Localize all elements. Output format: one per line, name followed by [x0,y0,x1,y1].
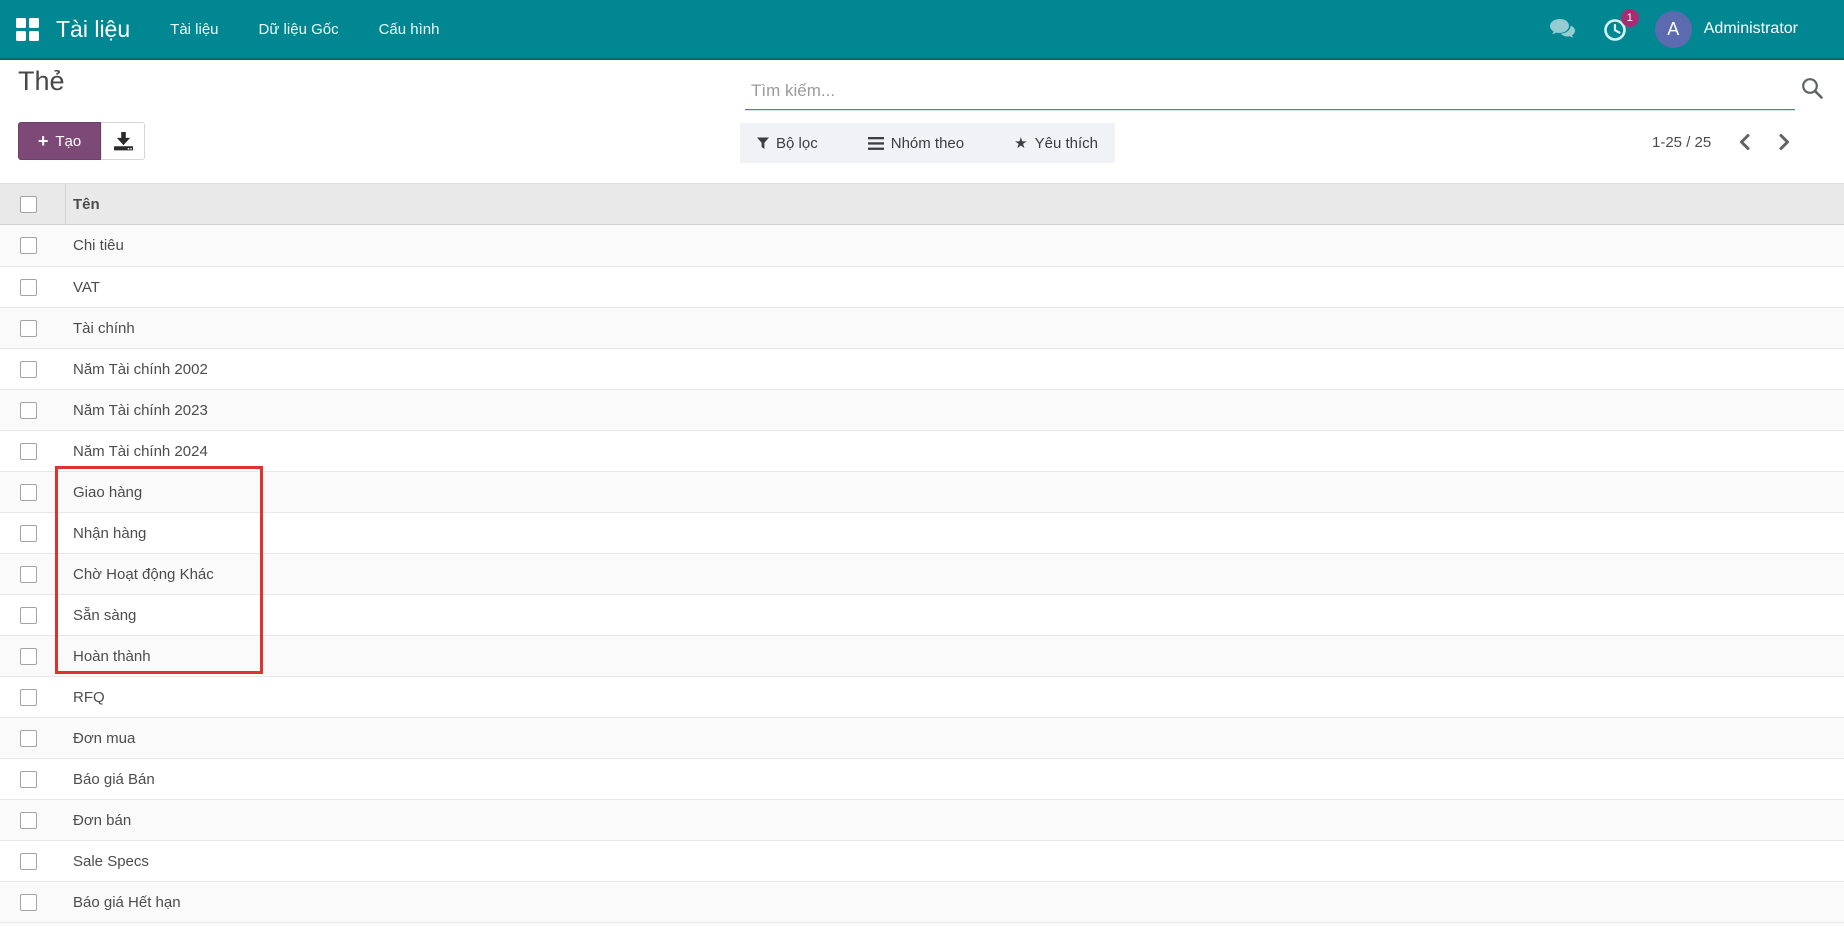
filters-button[interactable]: Bộ lọc [757,135,818,152]
table-row[interactable]: Sẵn sàng [0,594,1844,635]
menu-du-lieu-goc[interactable]: Dữ liệu Gốc [259,21,339,38]
table-row-partial [0,922,1844,926]
row-name: Năm Tài chính 2023 [66,402,208,419]
row-name: Báo giá Hết hạn [66,894,181,911]
table-body: Chi tiêu VAT Tài chính Năm Tài chính 200… [0,225,1844,922]
row-name: Năm Tài chính 2024 [66,443,208,460]
row-name: Năm Tài chính 2002 [66,361,208,378]
group-by-button-label: Nhóm theo [891,135,964,152]
pager-next-button[interactable] [1778,133,1791,151]
chevron-right-icon [1778,133,1791,151]
pager-range: 1-25 / 25 [1652,134,1711,151]
navbar-systray: 1 A Administrator [1549,0,1798,58]
row-name: RFQ [66,689,105,706]
row-checkbox[interactable] [20,237,37,254]
chevron-left-icon [1738,133,1751,151]
table-row[interactable]: Năm Tài chính 2024 [0,430,1844,471]
table-row[interactable]: Hoàn thành [0,635,1844,676]
messages-icon[interactable] [1549,18,1576,40]
row-name: Đơn bán [66,812,131,829]
row-checkbox[interactable] [20,812,37,829]
row-name: Tài chính [66,320,135,337]
row-checkbox[interactable] [20,320,37,337]
page-title: Thẻ [18,66,65,97]
row-name: Sẵn sàng [66,607,136,624]
pager: 1-25 / 25 [1652,122,1791,162]
row-checkbox[interactable] [20,279,37,296]
menu-cau-hinh[interactable]: Cấu hình [379,21,440,38]
filters-button-label: Bộ lọc [776,135,818,152]
table-row[interactable]: Đơn mua [0,717,1844,758]
group-by-button[interactable]: Nhóm theo [868,135,964,152]
export-button[interactable] [101,122,145,160]
row-checkbox[interactable] [20,730,37,747]
table-row[interactable]: Chờ Hoạt động Khác [0,553,1844,594]
user-menu[interactable]: A Administrator [1655,11,1798,48]
group-by-icon [868,137,884,150]
row-name: Nhận hàng [66,525,146,542]
favorites-button[interactable]: ★ Yêu thích [1014,135,1098,152]
row-name: VAT [66,279,100,296]
plus-icon: + [38,132,49,150]
row-name: Sale Specs [66,853,149,870]
download-icon [113,131,134,151]
control-panel: Thẻ + Tạo Bộ lọc [0,60,1844,183]
row-name: Báo giá Bán [66,771,155,788]
row-name: Chờ Hoạt động Khác [66,566,214,583]
table-header-row: Tên [0,183,1844,225]
activities-icon[interactable]: 1 [1603,17,1628,42]
table-row[interactable]: Chi tiêu [0,225,1844,266]
favorites-button-label: Yêu thích [1035,135,1098,152]
table-row[interactable]: Tài chính [0,307,1844,348]
row-checkbox[interactable] [20,361,37,378]
tags-list-table: Tên Chi tiêu VAT Tài chính Năm Tài chính… [0,183,1844,926]
row-checkbox[interactable] [20,402,37,419]
row-checkbox[interactable] [20,525,37,542]
select-all-checkbox[interactable] [20,196,37,213]
filter-funnel-icon [757,137,769,149]
table-row[interactable]: Năm Tài chính 2023 [0,389,1844,430]
table-row[interactable]: VAT [0,266,1844,307]
row-checkbox[interactable] [20,443,37,460]
create-button-label: Tạo [55,133,81,150]
user-name: Administrator [1704,20,1798,38]
row-name: Đơn mua [66,730,135,747]
avatar: A [1655,11,1692,48]
row-name: Hoàn thành [66,648,151,665]
row-checkbox[interactable] [20,853,37,870]
row-checkbox[interactable] [20,607,37,624]
search-options-bar: Bộ lọc Nhóm theo ★ Yêu thích [740,123,1115,163]
search-input[interactable] [745,74,1795,110]
apps-menu-icon[interactable] [16,18,39,41]
row-name: Giao hàng [66,484,142,501]
row-checkbox[interactable] [20,484,37,501]
row-checkbox[interactable] [20,894,37,911]
navbar-menus: Tài liệu Dữ liệu Gốc Cấu hình [170,21,439,38]
row-name: Chi tiêu [66,237,124,254]
table-row[interactable]: RFQ [0,676,1844,717]
pager-previous-button[interactable] [1738,133,1751,151]
row-checkbox[interactable] [20,648,37,665]
table-row[interactable]: Giao hàng [0,471,1844,512]
menu-tai-lieu[interactable]: Tài liệu [170,21,218,38]
create-button[interactable]: + Tạo [18,122,101,160]
table-row[interactable]: Sale Specs [0,840,1844,881]
row-checkbox[interactable] [20,566,37,583]
row-checkbox[interactable] [20,771,37,788]
table-row[interactable]: Báo giá Bán [0,758,1844,799]
row-checkbox[interactable] [20,689,37,706]
top-navbar: Tài liệu Tài liệu Dữ liệu Gốc Cấu hình 1… [0,0,1844,60]
table-row[interactable]: Nhận hàng [0,512,1844,553]
table-row[interactable]: Báo giá Hết hạn [0,881,1844,922]
app-name[interactable]: Tài liệu [56,16,130,43]
search-icon[interactable] [1800,76,1825,106]
activity-count-badge: 1 [1621,9,1639,27]
table-row[interactable]: Năm Tài chính 2002 [0,348,1844,389]
table-row[interactable]: Đơn bán [0,799,1844,840]
star-icon: ★ [1014,136,1027,151]
column-header-name: Tên [66,196,100,213]
search-bar [745,74,1795,110]
